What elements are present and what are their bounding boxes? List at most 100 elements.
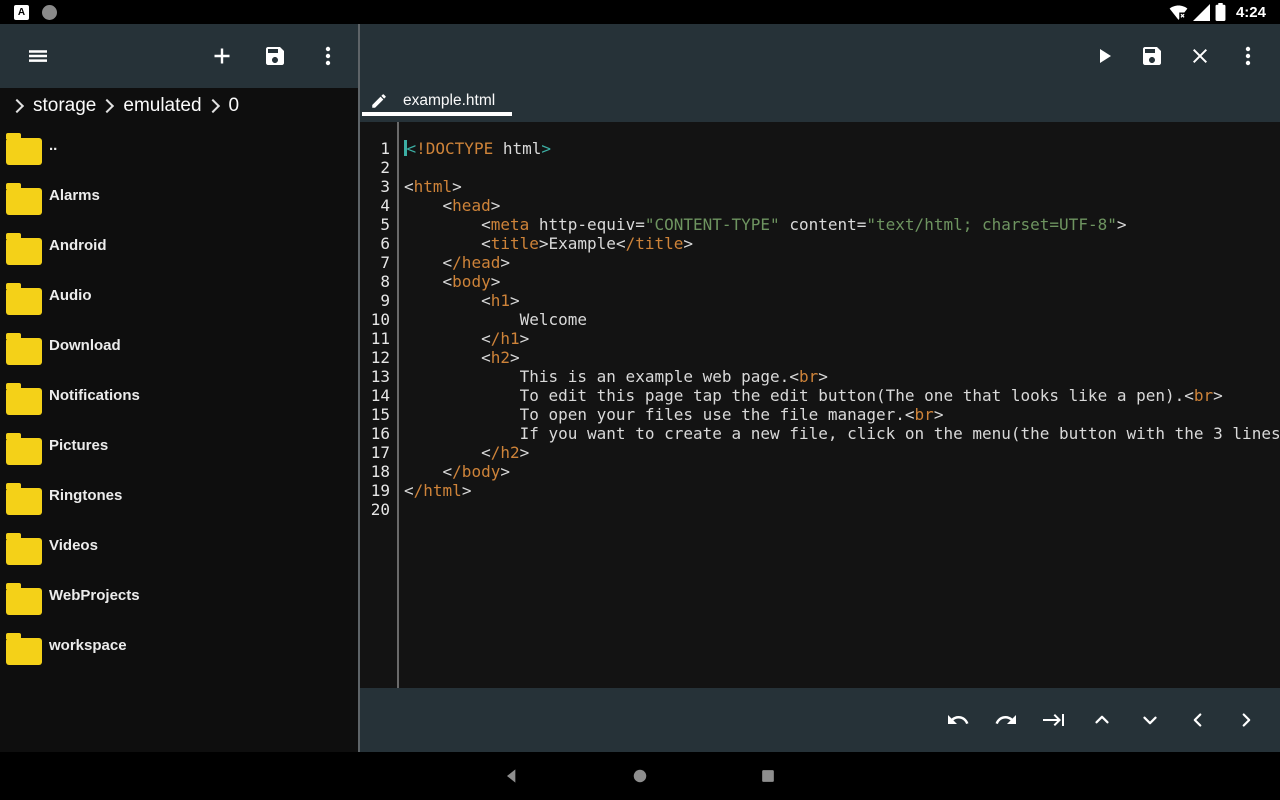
breadcrumb-segment[interactable]: 0 bbox=[229, 95, 240, 117]
code-line: <body> bbox=[404, 272, 1280, 291]
file-list-item[interactable]: .. bbox=[0, 124, 358, 174]
chevron-right-icon bbox=[205, 99, 219, 113]
overflow-button[interactable] bbox=[1226, 32, 1270, 80]
app-toolbar bbox=[0, 24, 1280, 88]
folder-icon bbox=[6, 138, 42, 165]
folder-name: Alarms bbox=[49, 187, 100, 204]
line-number: 8 bbox=[360, 272, 397, 291]
close-button[interactable] bbox=[1178, 32, 1222, 80]
chevron-down-button[interactable] bbox=[1126, 696, 1174, 744]
chevron-up-icon bbox=[1091, 709, 1113, 731]
folder-name: .. bbox=[49, 137, 57, 154]
line-number: 15 bbox=[360, 405, 397, 424]
recents-icon bbox=[758, 766, 778, 786]
line-number: 14 bbox=[360, 386, 397, 405]
code-line: <html> bbox=[404, 177, 1280, 196]
chevron-right-icon bbox=[1235, 709, 1257, 731]
chevron-down-icon bbox=[1139, 709, 1161, 731]
file-list-item[interactable]: WebProjects bbox=[0, 574, 358, 624]
line-number: 5 bbox=[360, 215, 397, 234]
chevron-up-button[interactable] bbox=[1078, 696, 1126, 744]
code-line: <title>Example</title> bbox=[404, 234, 1280, 253]
line-number: 7 bbox=[360, 253, 397, 272]
overflow-button[interactable] bbox=[306, 32, 350, 80]
folder-icon bbox=[6, 538, 42, 565]
folder-name: workspace bbox=[49, 637, 127, 654]
menu-button[interactable] bbox=[16, 32, 60, 80]
code-line: To open your files use the file manager.… bbox=[404, 405, 1280, 424]
code-line: If you want to create a new file, click … bbox=[404, 424, 1280, 443]
run-button[interactable] bbox=[1082, 32, 1126, 80]
file-list-item[interactable]: Videos bbox=[0, 524, 358, 574]
save-button[interactable] bbox=[1130, 32, 1174, 80]
code-line: This is an example web page.<br> bbox=[404, 367, 1280, 386]
folder-name: WebProjects bbox=[49, 587, 140, 604]
editor-bottom-toolbar bbox=[360, 688, 1280, 752]
breadcrumb-segment[interactable]: emulated bbox=[123, 95, 201, 117]
pencil-icon bbox=[370, 92, 388, 110]
kebab-menu-icon bbox=[1236, 44, 1260, 68]
chevron-right-icon bbox=[100, 99, 114, 113]
code-line bbox=[404, 500, 1280, 519]
line-number: 12 bbox=[360, 348, 397, 367]
line-number: 6 bbox=[360, 234, 397, 253]
folder-icon bbox=[6, 638, 42, 665]
line-number: 2 bbox=[360, 158, 397, 177]
line-number: 17 bbox=[360, 443, 397, 462]
hamburger-icon bbox=[26, 44, 50, 68]
plus-icon bbox=[210, 44, 234, 68]
line-number: 13 bbox=[360, 367, 397, 386]
breadcrumb-segment[interactable]: storage bbox=[33, 95, 96, 117]
back-button[interactable] bbox=[488, 752, 536, 800]
tab-label: example.html bbox=[403, 92, 495, 110]
undo-icon bbox=[946, 708, 970, 732]
line-number: 19 bbox=[360, 481, 397, 500]
chevron-left-icon bbox=[1187, 709, 1209, 731]
code-line: </h1> bbox=[404, 329, 1280, 348]
indent-icon bbox=[1042, 708, 1066, 732]
recents-button[interactable] bbox=[744, 752, 792, 800]
code-line: </body> bbox=[404, 462, 1280, 481]
chevron-right-button[interactable] bbox=[1222, 696, 1270, 744]
line-number: 1 bbox=[360, 139, 397, 158]
folder-name: Pictures bbox=[49, 437, 108, 454]
code-line: <meta http-equiv="CONTENT-TYPE" content=… bbox=[404, 215, 1280, 234]
file-list-item[interactable]: Notifications bbox=[0, 374, 358, 424]
home-icon bbox=[630, 766, 650, 786]
tab-example-html[interactable]: example.html bbox=[362, 88, 512, 116]
save-icon bbox=[263, 44, 287, 68]
home-button[interactable] bbox=[616, 752, 664, 800]
chevron-left-button[interactable] bbox=[1174, 696, 1222, 744]
indent-button[interactable] bbox=[1030, 696, 1078, 744]
file-list-item[interactable]: Ringtones bbox=[0, 474, 358, 524]
save-button[interactable] bbox=[253, 32, 297, 80]
redo-button[interactable] bbox=[982, 696, 1030, 744]
close-icon bbox=[1188, 44, 1212, 68]
line-number: 3 bbox=[360, 177, 397, 196]
file-list-item[interactable]: Android bbox=[0, 224, 358, 274]
code-line: To edit this page tap the edit button(Th… bbox=[404, 386, 1280, 405]
file-list-item[interactable]: Download bbox=[0, 324, 358, 374]
save-icon bbox=[1140, 44, 1164, 68]
folder-icon bbox=[6, 338, 42, 365]
file-list-item[interactable]: Pictures bbox=[0, 424, 358, 474]
line-number: 20 bbox=[360, 500, 397, 519]
kebab-menu-icon bbox=[316, 44, 340, 68]
add-button[interactable] bbox=[200, 32, 244, 80]
file-list-item[interactable]: Alarms bbox=[0, 174, 358, 224]
back-icon bbox=[502, 766, 522, 786]
code-lines[interactable]: <!DOCTYPE html><html> <head> <meta http-… bbox=[404, 139, 1280, 688]
code-editor[interactable]: 1234567891011121314151617181920 <!DOCTYP… bbox=[360, 122, 1280, 688]
folder-icon bbox=[6, 238, 42, 265]
folder-name: Download bbox=[49, 337, 121, 354]
line-number: 11 bbox=[360, 329, 397, 348]
file-browser-sidebar: storage emulated 0 .. Alarms AndroidAudio Dow… bbox=[0, 88, 358, 752]
file-list-item[interactable]: workspace bbox=[0, 624, 358, 674]
file-list-item[interactable]: Audio bbox=[0, 274, 358, 324]
undo-button[interactable] bbox=[934, 696, 982, 744]
status-system-icons: 4:24 bbox=[1169, 3, 1266, 21]
chevron-right-icon bbox=[10, 99, 24, 113]
code-line: <!DOCTYPE html> bbox=[404, 139, 1280, 158]
editor-tab-bar: example.html bbox=[360, 88, 1280, 122]
line-number: 9 bbox=[360, 291, 397, 310]
